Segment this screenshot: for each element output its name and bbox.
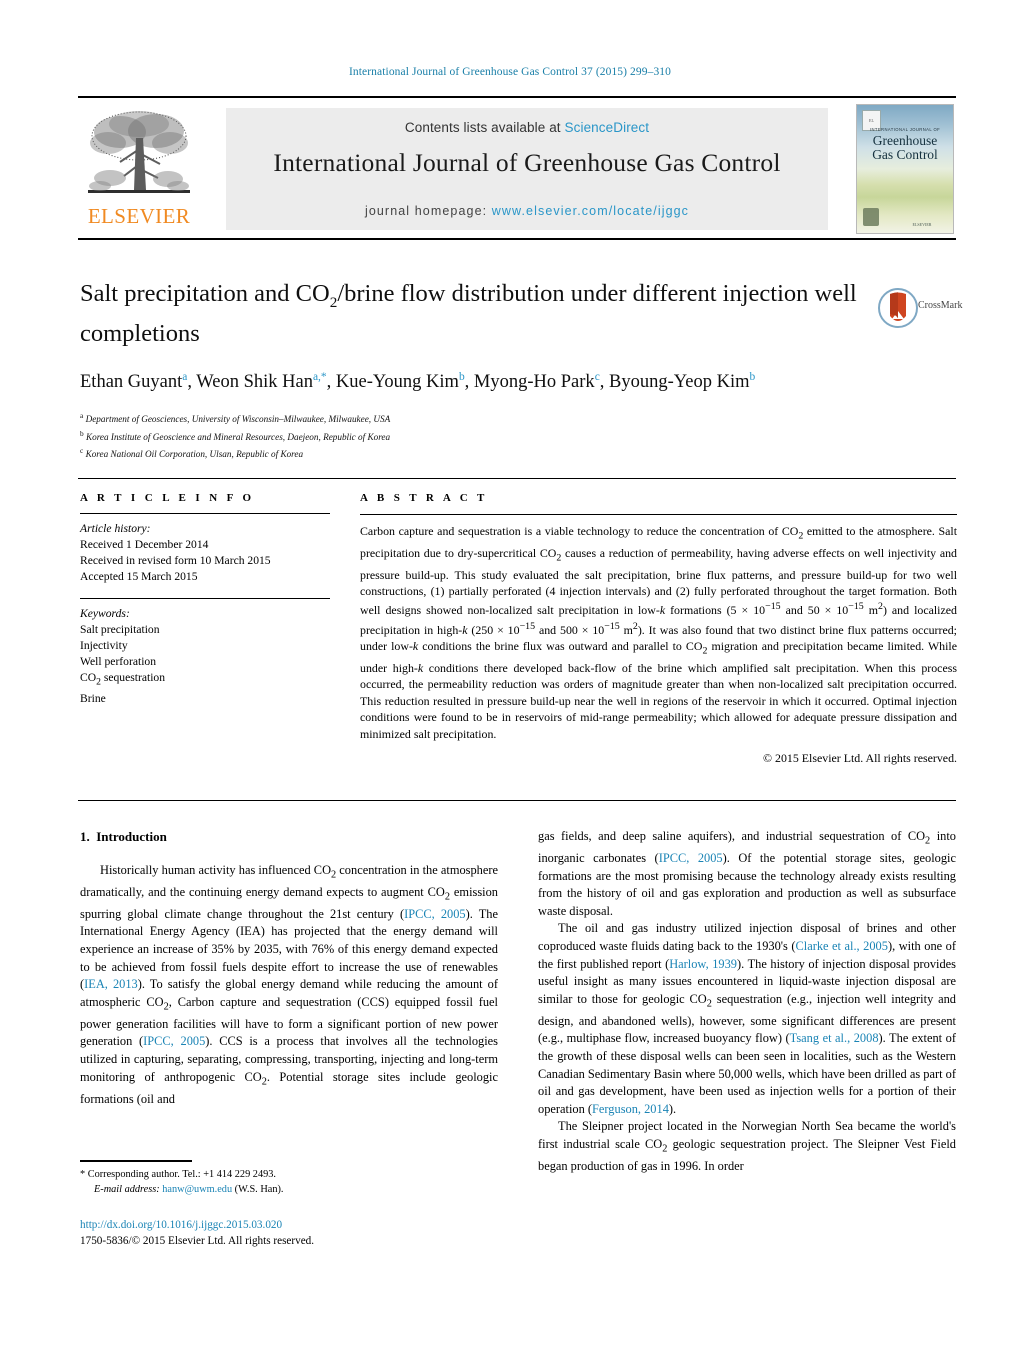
body-column-left: 1. Introduction Historically human activ… bbox=[80, 828, 498, 1108]
citation-link[interactable]: Ferguson, 2014 bbox=[592, 1102, 669, 1116]
author-4: Myong-Ho Parkc bbox=[473, 370, 600, 393]
affiliation-b-text: Korea Institute of Geoscience and Minera… bbox=[85, 431, 391, 442]
paragraph: gas fields, and deep saline aquifers), a… bbox=[538, 829, 957, 918]
affiliation-c-mark: c bbox=[80, 446, 84, 456]
title-part-1: Salt precipitation and CO bbox=[80, 280, 330, 307]
history-accepted: Accepted 15 March 2015 bbox=[80, 570, 198, 584]
abstract-rule bbox=[360, 514, 957, 515]
elsevier-logo: ELSEVIER bbox=[80, 106, 198, 232]
author-1: Ethan Guyanta bbox=[80, 370, 188, 393]
affiliation-a: a Department of Geosciences, University … bbox=[80, 409, 870, 427]
info-divider-bottom bbox=[78, 800, 956, 801]
keyword-item: CO2 sequestration bbox=[80, 671, 166, 688]
cover-name-line2: Gas Control bbox=[872, 147, 938, 162]
affiliation-a-text: Department of Geosciences, University of… bbox=[85, 414, 391, 425]
affiliation-list: a Department of Geosciences, University … bbox=[80, 409, 870, 462]
keywords-rule bbox=[80, 597, 330, 599]
journal-title: International Journal of Greenhouse Gas … bbox=[273, 148, 781, 177]
article-info-heading: A R T I C L E I N F O bbox=[80, 492, 255, 504]
crossmark-badge[interactable]: CrossMark bbox=[878, 288, 963, 330]
elsevier-tree-icon bbox=[88, 111, 190, 193]
history-received: Received 1 December 2014 bbox=[80, 538, 209, 551]
article-info-block: A R T I C L E I N F O Article history: R… bbox=[80, 492, 330, 707]
citation-link[interactable]: Harlow, 1939 bbox=[669, 957, 737, 971]
running-head: International Journal of Greenhouse Gas … bbox=[348, 66, 672, 78]
author-2-affmark: a,* bbox=[312, 370, 327, 383]
abstract-text: Carbon capture and sequestration is a vi… bbox=[360, 524, 958, 741]
citation-link[interactable]: IPCC, 2005 bbox=[143, 1034, 205, 1048]
journal-article-page: International Journal of Greenhouse Gas … bbox=[0, 0, 1020, 1351]
author-3-affmark: b bbox=[458, 370, 465, 383]
corresponding-author-note: Corresponding author. Tel.: +1 414 229 2… bbox=[87, 1169, 276, 1180]
citation-link[interactable]: IPCC, 2005 bbox=[659, 851, 723, 865]
paragraph: The Sleipner project located in the Norw… bbox=[538, 1119, 956, 1174]
body-column-right: gas fields, and deep saline aquifers), a… bbox=[538, 828, 956, 1176]
doi-block: http://dx.doi.org/10.1016/j.ijggc.2015.0… bbox=[80, 1218, 520, 1249]
article-history-label: Article history: bbox=[80, 522, 151, 535]
cover-kicker: INTERNATIONAL JOURNAL OF bbox=[869, 127, 941, 132]
crossmark-icon bbox=[878, 288, 918, 328]
section-heading-introduction: 1. Introduction bbox=[80, 828, 498, 846]
email-label: E-mail address: bbox=[94, 1183, 160, 1195]
title-block: Salt precipitation and CO2/brine flow di… bbox=[80, 278, 870, 462]
cover-seal-icon bbox=[863, 208, 879, 226]
crossmark-label: CrossMark bbox=[918, 300, 963, 311]
page-title: Salt precipitation and CO2/brine flow di… bbox=[80, 278, 870, 349]
info-divider-top bbox=[78, 478, 956, 479]
email-suffix: (W.S. Han). bbox=[234, 1183, 284, 1195]
doi-link[interactable]: http://dx.doi.org/10.1016/j.ijggc.2015.0… bbox=[80, 1218, 520, 1234]
keyword-item: Well perforation bbox=[80, 655, 157, 669]
footnote-rule bbox=[80, 1160, 192, 1162]
cover-footer-mark: ELSEVIER bbox=[912, 222, 932, 227]
journal-cover-thumbnail: EL INTERNATIONAL JOURNAL OF Greenhouse G… bbox=[856, 104, 954, 234]
paragraph: The oil and gas industry utilized inject… bbox=[538, 921, 956, 1116]
email-link[interactable]: hanw@uwm.edu bbox=[162, 1184, 232, 1195]
keyword-item: Injectivity bbox=[80, 638, 128, 652]
affiliation-b: b Korea Institute of Geoscience and Mine… bbox=[80, 427, 870, 445]
cover-name-line1: Greenhouse bbox=[872, 133, 938, 148]
article-info-rule bbox=[80, 513, 330, 514]
author-3: Kue-Young Kimb bbox=[335, 370, 465, 393]
author-list: Ethan Guyanta, Weon Shik Hana,*, Kue-You… bbox=[80, 370, 756, 393]
author-5: Byoung-Yeop Kimb bbox=[609, 370, 756, 393]
footnote-star: * bbox=[80, 1169, 86, 1180]
elsevier-wordmark: ELSEVIER bbox=[87, 204, 191, 228]
section-number: 1. bbox=[80, 829, 90, 844]
citation-link[interactable]: Tsang et al., 2008 bbox=[790, 1031, 879, 1045]
contents-prefix: Contents lists available at bbox=[404, 120, 565, 135]
journal-masthead: ELSEVIER Contents lists available at Sci… bbox=[78, 96, 956, 240]
author-1-affmark: a bbox=[182, 370, 188, 383]
sciencedirect-panel: Contents lists available at ScienceDirec… bbox=[226, 108, 828, 230]
paragraph: Historically human activity has influenc… bbox=[80, 862, 498, 1106]
contents-available-line: Contents lists available at ScienceDirec… bbox=[226, 120, 828, 135]
footnote-block: * Corresponding author. Tel.: +1 414 229… bbox=[80, 1168, 498, 1197]
homepage-prefix: journal homepage: bbox=[364, 204, 492, 218]
abstract-copyright: © 2015 Elsevier Ltd. All rights reserved… bbox=[763, 750, 957, 765]
citation-link[interactable]: Clarke et al., 2005 bbox=[796, 939, 888, 953]
abstract-heading: A B S T R A C T bbox=[360, 492, 488, 504]
author-2: Weon Shik Hana,* bbox=[196, 370, 327, 393]
cover-journal-name: Greenhouse Gas Control bbox=[857, 134, 953, 162]
journal-homepage-link[interactable]: www.elsevier.com/locate/ijggc bbox=[492, 204, 689, 218]
section-title: Introduction bbox=[96, 829, 167, 844]
citation-link[interactable]: IPCC, 2005 bbox=[404, 907, 466, 921]
email-line: E-mail address: hanw@uwm.edu (W.S. Han). bbox=[80, 1183, 498, 1198]
sciencedirect-link[interactable]: ScienceDirect bbox=[565, 120, 650, 135]
keyword-item: Salt precipitation bbox=[80, 622, 160, 636]
keyword-item: Brine bbox=[80, 691, 106, 705]
affiliation-c-text: Korea National Oil Corporation, Ulsan, R… bbox=[85, 449, 304, 460]
keywords-label: Keywords: bbox=[80, 606, 130, 620]
author-5-affmark: b bbox=[749, 370, 756, 383]
affiliation-a-mark: a bbox=[80, 411, 84, 421]
journal-homepage-line: journal homepage: www.elsevier.com/locat… bbox=[226, 204, 828, 218]
title-part-2: /brine flow distribution under different bbox=[337, 280, 717, 307]
abstract-block: A B S T R A C T Carbon capture and seque… bbox=[360, 492, 957, 766]
author-4-affmark: c bbox=[594, 370, 600, 383]
affiliation-c: c Korea National Oil Corporation, Ulsan,… bbox=[80, 444, 870, 462]
history-revised: Received in revised form 10 March 2015 bbox=[80, 554, 271, 568]
issn-copyright-line: 1750-5836/© 2015 Elsevier Ltd. All right… bbox=[80, 1234, 315, 1247]
affiliation-b-mark: b bbox=[80, 428, 84, 438]
citation-link[interactable]: IEA, 2013 bbox=[84, 977, 138, 991]
